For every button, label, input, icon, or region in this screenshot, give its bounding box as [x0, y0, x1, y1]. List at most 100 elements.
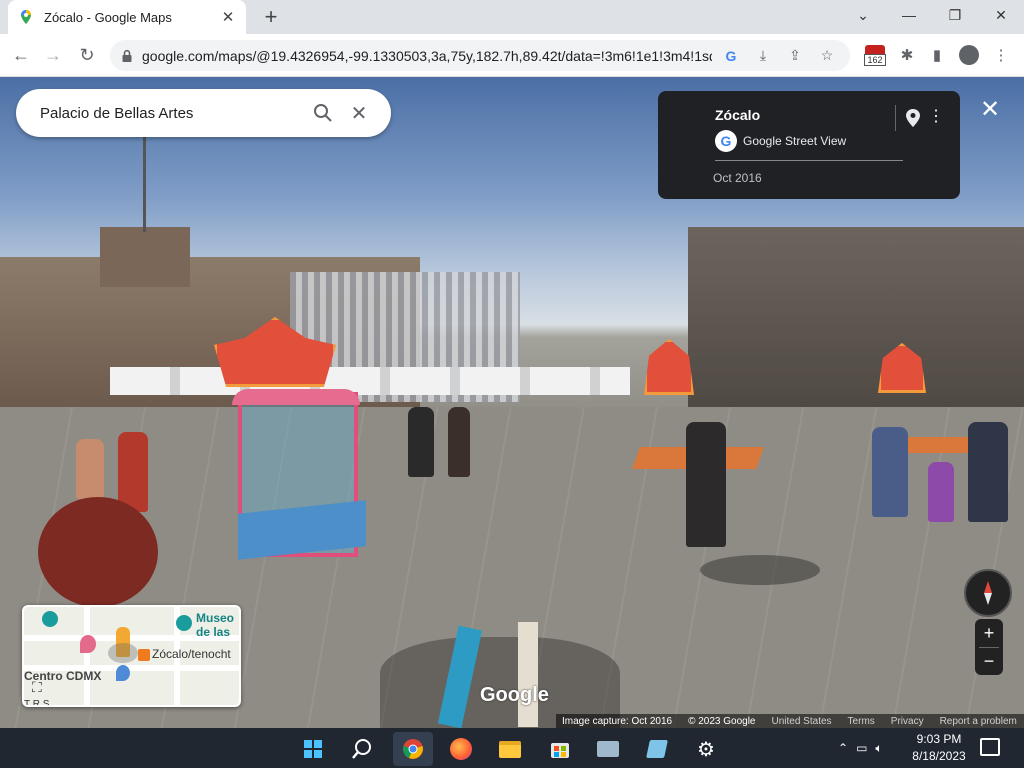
hotel-marker-icon — [80, 635, 96, 653]
zoom-separator — [979, 647, 999, 648]
reload-button[interactable]: ↻ — [74, 42, 100, 68]
map-footer: Image capture: Oct 2016 © 2023 Google Un… — [556, 714, 1024, 729]
map-road — [84, 607, 90, 705]
store-taskbar-icon[interactable] — [540, 732, 580, 766]
file-explorer-taskbar-icon[interactable] — [490, 732, 530, 766]
notifications-icon[interactable] — [980, 738, 1000, 756]
minimap[interactable]: Museo de las Zócalo/tenocht Centro CDMX … — [22, 605, 241, 707]
capture-date-selector[interactable]: Oct 2016 — [713, 171, 762, 185]
terms-link[interactable]: Terms — [848, 716, 875, 727]
pegman-view-cone — [108, 643, 138, 663]
clear-search-icon[interactable]: ✕ — [341, 95, 377, 131]
person-child-left — [76, 439, 104, 499]
country-link[interactable]: United States — [772, 716, 832, 727]
map-label-bottom: T R S — [24, 699, 50, 707]
search-taskbar-icon[interactable] — [342, 732, 382, 766]
bookmark-star-icon[interactable]: ☆ — [814, 43, 840, 69]
person-right-blue-jeans — [872, 427, 908, 517]
person-foreground-hair — [38, 497, 158, 607]
shopping-marker-icon — [116, 665, 130, 681]
clock-date: 8/18/2023 — [912, 749, 966, 763]
app-taskbar-icon-2[interactable] — [637, 732, 677, 766]
search-input[interactable]: Palacio de Bellas Artes — [40, 105, 305, 122]
profile-avatar-icon[interactable] — [956, 42, 982, 68]
tab-search-chevron-icon[interactable]: ⌄ — [840, 0, 886, 30]
search-icon[interactable] — [305, 95, 341, 131]
search-box[interactable]: Palacio de Bellas Artes ✕ — [16, 89, 391, 137]
flagpole — [143, 137, 146, 232]
government-building — [688, 227, 1024, 417]
person-black-jacket — [408, 407, 434, 477]
forward-button[interactable]: → — [40, 42, 66, 68]
zoom-out-button[interactable]: − — [975, 647, 1003, 675]
side-panel-icon[interactable]: ▮ — [924, 42, 950, 68]
street-view-info-card: Zócalo G Google Street View ⋮ Oct 2016 — [658, 91, 960, 199]
browser-tab[interactable]: Zócalo - Google Maps ✕ — [8, 0, 246, 34]
compass-icon[interactable] — [964, 569, 1012, 617]
lock-icon — [122, 49, 132, 62]
extension-badge: 162 — [864, 54, 886, 66]
google-maps-favicon-icon — [21, 10, 31, 24]
tab-close-icon[interactable]: ✕ — [220, 8, 236, 26]
copyright: © 2023 Google — [688, 716, 756, 727]
person-far-right — [968, 422, 1008, 522]
person-walking-center — [686, 422, 726, 547]
street-view-source: G Google Street View — [715, 130, 846, 152]
zoom-in-button[interactable]: + — [975, 619, 1003, 647]
card-vertical-divider — [895, 105, 896, 131]
install-app-icon[interactable]: ⤓ — [750, 43, 776, 69]
street-view-pedestrian-legs-2 — [518, 622, 538, 727]
minimize-button[interactable]: — — [886, 0, 932, 30]
map-label-de-las: de las — [196, 625, 231, 639]
poi-marker-icon — [138, 649, 150, 661]
new-tab-button[interactable]: + — [258, 4, 284, 30]
place-title[interactable]: Zócalo — [715, 107, 760, 123]
extensions-puzzle-icon[interactable]: ✱ — [894, 42, 920, 68]
start-button[interactable] — [293, 732, 333, 766]
extension-calendar-icon[interactable]: 162 — [862, 42, 888, 68]
ofrenda-center — [644, 339, 694, 395]
browser-toolbar: ← → ↻ google.com/maps/@19.4326954,-99.13… — [0, 34, 1024, 77]
firefox-taskbar-icon[interactable] — [441, 732, 481, 766]
shadow-center — [700, 555, 820, 585]
browser-tabbar: Zócalo - Google Maps ✕ + ⌄ — ❐ ✕ — [0, 0, 1024, 34]
tab-title: Zócalo - Google Maps — [44, 9, 172, 25]
location-pin-icon[interactable] — [906, 109, 920, 127]
chrome-taskbar-icon[interactable] — [393, 732, 433, 766]
address-bar[interactable]: google.com/maps/@19.4326954,-99.1330503,… — [110, 40, 850, 71]
close-street-view-icon[interactable]: ✕ — [977, 97, 1003, 123]
image-capture-date: Image capture: Oct 2016 — [562, 716, 673, 727]
person-red-jacket — [118, 432, 148, 512]
person-child-purple — [928, 462, 954, 522]
network-icon[interactable]: ▭ — [856, 741, 867, 755]
source-label: Google Street View — [743, 134, 847, 148]
card-divider — [715, 160, 903, 161]
privacy-link[interactable]: Privacy — [891, 716, 924, 727]
settings-taskbar-icon[interactable]: ⚙ — [686, 732, 726, 766]
windows-logo-icon — [304, 740, 322, 758]
google-g-icon: G — [715, 130, 737, 152]
white-tents — [110, 367, 630, 395]
browser-menu-icon[interactable]: ⋮ — [988, 42, 1014, 68]
more-options-icon[interactable]: ⋮ — [928, 107, 944, 127]
google-logo: Google — [480, 684, 549, 706]
close-window-button[interactable]: ✕ — [978, 0, 1024, 30]
national-palace-tower — [100, 227, 190, 287]
museum-marker-icon — [42, 611, 58, 627]
share-icon[interactable]: ⇪ — [782, 43, 808, 69]
clock-time: 9:03 PM — [916, 732, 962, 746]
restore-button[interactable]: ❐ — [932, 0, 978, 30]
volume-icon[interactable]: 🔈︎ — [875, 741, 882, 756]
expand-map-icon[interactable]: ⛶ — [32, 679, 50, 697]
app-taskbar-icon[interactable] — [588, 732, 628, 766]
report-problem-link[interactable]: Report a problem — [940, 716, 1017, 727]
taskbar: ⚙ ⌃ ▭ 🔈︎ — [0, 728, 1024, 768]
google-lens-icon[interactable]: G — [718, 43, 744, 69]
back-button[interactable]: ← — [8, 42, 34, 68]
museum-marker-icon-2 — [176, 615, 192, 631]
person-walking-mid — [448, 407, 470, 477]
map-label-zocalo: Zócalo/tenocht — [152, 647, 231, 661]
system-clock[interactable]: 9:03 PM 8/18/2023 — [906, 731, 972, 765]
system-tray: ⌃ ▭ 🔈︎ — [838, 728, 883, 768]
show-hidden-icons-chevron-icon[interactable]: ⌃ — [838, 741, 848, 755]
